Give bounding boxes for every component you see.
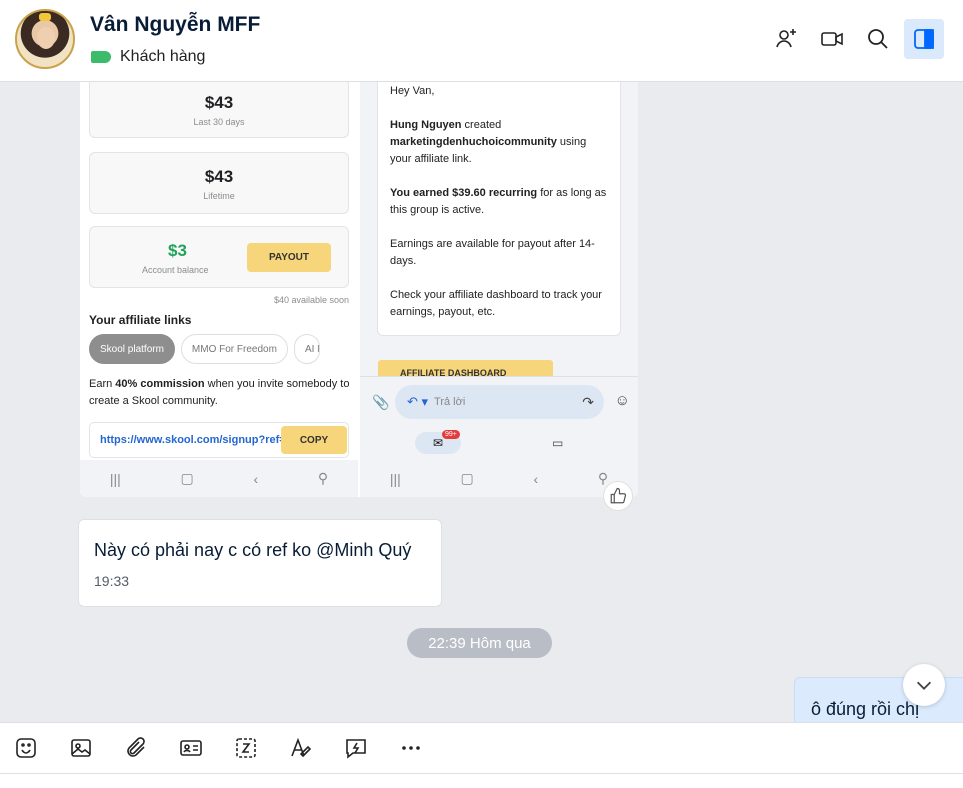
message-time: 19:33 [94,573,130,589]
balance-value: $3 [168,241,187,260]
avatar[interactable] [15,9,75,69]
contact-card-icon [179,740,202,756]
emoji-icon: ☺ [614,392,630,409]
add-member-button[interactable] [766,19,806,59]
screenshot-email-panel: Hey Van, Hung Nguyen created marketingde… [360,82,638,497]
stat-card-lifetime: $43 Lifetime [89,152,349,214]
image-message[interactable]: $43 Last 30 days $43 Lifetime $3 Account… [80,82,638,497]
affiliate-pills: Skool platform MMO For Freedom AI N [89,334,320,364]
sticker-button[interactable] [12,735,39,762]
stat-label: Lifetime [203,191,235,201]
message-text: Này có phải nay c có ref ko @Minh Quý [94,540,412,560]
email-dashboard-note: Check your affiliate dashboard to track … [390,289,602,318]
balance-label: Account balance [142,265,209,275]
earn-bold: 40% commission [115,378,205,390]
attach-button[interactable] [122,735,149,762]
search-icon [868,29,888,49]
balance-card: $3 Account balance PAYOUT [89,226,349,288]
format-text-button[interactable] [287,735,314,762]
email-earned: You earned $39.60 recurring for as long … [390,185,608,219]
meet-icon: ▭ [552,436,564,450]
format-text-icon [290,737,311,758]
tag-icon [91,51,111,63]
back-icon: ‹ [253,470,259,487]
like-reaction-button[interactable] [603,481,633,511]
earn-text: Earn 40% commission when you invite some… [89,376,351,410]
message-input-area[interactable] [0,774,963,788]
more-button[interactable] [397,735,424,762]
stat-card-30-days: $43 Last 30 days [89,82,349,138]
reply-field: ↶ ▾ Trả lời ↷ [395,385,604,419]
contact-name[interactable]: Vân Nguyễn MFF [90,13,260,37]
android-navbar: ||| ▢ ‹ ⚲ [80,460,358,497]
affiliate-link-row: https://www.skool.com/signup?ref= COPY [89,422,349,458]
scroll-to-bottom-button[interactable] [903,664,945,706]
chevron-down-icon [916,681,932,690]
email-body: Hey Van, Hung Nguyen created marketingde… [377,82,621,336]
sidebar-toggle-icon [914,29,934,49]
contact-card-button[interactable] [177,735,204,762]
earn-prefix: Earn [89,378,116,390]
back-icon: ‹ [533,470,539,487]
add-member-icon [776,29,796,48]
paperclip-icon: 📎 [372,394,390,410]
pill: AI N [293,334,320,364]
tag-label: Khách hàng [120,48,206,65]
created-text: created [461,119,502,131]
stat-value: $43 [204,93,234,112]
mail-count-badge: 99+ [442,430,460,439]
video-call-icon [821,32,843,46]
sidebar-toggle-button[interactable] [904,19,944,59]
email-reply-composer: 📎 ↶ ▾ Trả lời ↷ ☺ [360,376,638,426]
sticker-icon [15,738,36,758]
image-button[interactable] [67,735,94,762]
affiliate-heading: Your affiliate links [89,313,192,327]
forward-icon: ↷ [582,393,594,410]
available-note: $40 available soon [273,295,349,305]
pill: Skool platform [89,334,175,364]
affiliate-url: https://www.skool.com/signup?ref= [100,434,284,446]
attach-icon [126,737,145,757]
recents-icon: ||| [389,470,401,487]
earned-bold: You earned $39.60 recurring [390,187,538,199]
accessibility-icon: ⚲ [317,470,329,486]
home-icon: ▢ [460,470,474,486]
chat-header: Vân Nguyễn MFF Khách hàng [0,0,963,82]
email-bottom-tabs: ✉ 99+ ▭ [360,426,638,460]
reply-placeholder: Trả lời [434,396,466,408]
screenshot-affiliate-panel: $43 Last 30 days $43 Lifetime $3 Account… [80,82,358,497]
search-button[interactable] [858,19,898,59]
video-call-button[interactable] [812,19,852,59]
email-created: Hung Nguyen created marketingdenhuchoico… [390,117,608,168]
screenshot-button[interactable] [232,735,259,762]
pill: MMO For Freedom [180,334,288,364]
reply-arrow-icon: ↶ ▾ [407,394,429,409]
recents-icon: ||| [109,470,121,487]
created-name: Hung Nguyen [390,119,462,131]
quick-message-icon [345,739,366,759]
stat-value: $43 [204,167,234,186]
copy-button: COPY [281,426,347,454]
payout-button: PAYOUT [247,243,331,272]
email-greeting: Hey Van, [390,85,435,97]
created-group: marketingdenhuchoicommunity [390,136,557,148]
image-icon [70,739,91,757]
email-payout-note: Earnings are available for payout after … [390,238,595,267]
thumbs-up-icon [610,487,627,504]
avatar-badge [39,13,51,21]
home-icon: ▢ [180,470,194,486]
date-divider: 22:39 Hôm qua [407,628,552,658]
contact-tag[interactable]: Khách hàng [91,48,205,66]
screenshot-icon [235,738,256,758]
composer-toolbar [0,722,963,774]
incoming-message[interactable]: Này có phải nay c có ref ko @Minh Quý 19… [78,519,442,607]
stat-label: Last 30 days [193,117,245,127]
more-icon [401,746,420,750]
android-navbar: ||| ▢ ‹ ⚲ [360,460,638,497]
avatar-face [37,27,55,49]
quick-message-button[interactable] [342,735,369,762]
header-actions [766,19,944,59]
